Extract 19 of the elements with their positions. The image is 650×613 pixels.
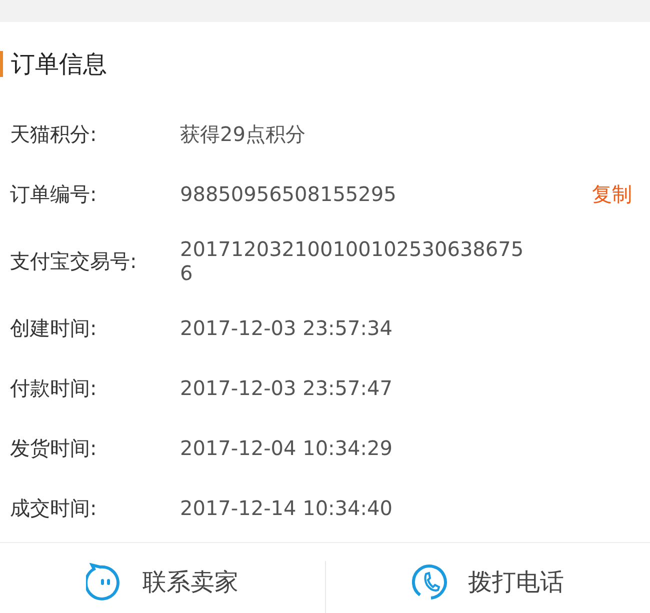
field-value: 2017-12-03 23:57:34 <box>180 316 394 340</box>
field-value: 2017-12-14 10:34:40 <box>180 496 394 520</box>
field-value: 98850956508155295 <box>180 182 398 206</box>
call-button[interactable]: 拨打电话 <box>326 543 650 613</box>
contact-button[interactable]: 联系卖家 <box>0 543 324 613</box>
field-value: 2017-12-03 23:57:47 <box>180 376 394 400</box>
field-label: 发货时间: <box>10 434 98 462</box>
accent-bar <box>0 51 3 77</box>
field-value: 2017-12-04 10:34:29 <box>180 436 394 460</box>
field-label: 支付宝交易号: <box>10 248 138 274</box>
field-label: 成交时间: <box>10 494 98 522</box>
field-value: 2017120321001001025306386756 <box>180 237 525 285</box>
field-value: 获得29点积分 <box>180 122 306 146</box>
field-label: 订单编号: <box>10 180 98 208</box>
section-title: 订单信息 <box>11 49 107 80</box>
field-label: 付款时间: <box>10 374 98 402</box>
field-label: 天猫积分: <box>10 120 98 148</box>
phone-icon <box>412 563 450 601</box>
field-label: 创建时间: <box>10 314 98 342</box>
